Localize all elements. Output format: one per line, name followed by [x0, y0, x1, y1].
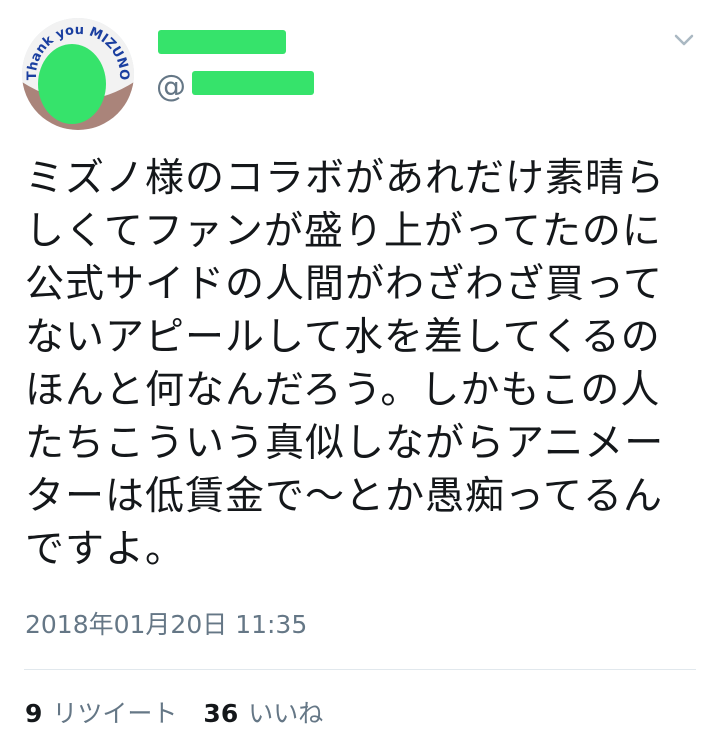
tweet-timestamp[interactable]: 2018年01月20日 11:35	[25, 608, 307, 642]
likes-count[interactable]: 36	[203, 697, 238, 731]
tweet-text: ミズノ様のコラボがあれだけ素晴らしくてファンが盛り上がってたのに公式サイドの人間…	[25, 156, 666, 572]
avatar[interactable]: Thank you MIZUNO	[22, 18, 134, 130]
display-name-redacted[interactable]	[158, 30, 286, 54]
chevron-down-icon	[674, 34, 694, 46]
likes-label[interactable]: いいね	[248, 697, 323, 731]
engagement-stats: 9 リツイート 36 いいね	[25, 697, 349, 731]
retweets-count[interactable]: 9	[25, 697, 42, 731]
avatar-image: Thank you MIZUNO	[22, 18, 134, 130]
divider	[24, 669, 696, 670]
user-handle-redacted	[192, 71, 314, 95]
more-options-button[interactable]	[670, 26, 698, 54]
user-handle[interactable]: @	[156, 71, 186, 103]
retweets-label[interactable]: リツイート	[52, 697, 177, 731]
